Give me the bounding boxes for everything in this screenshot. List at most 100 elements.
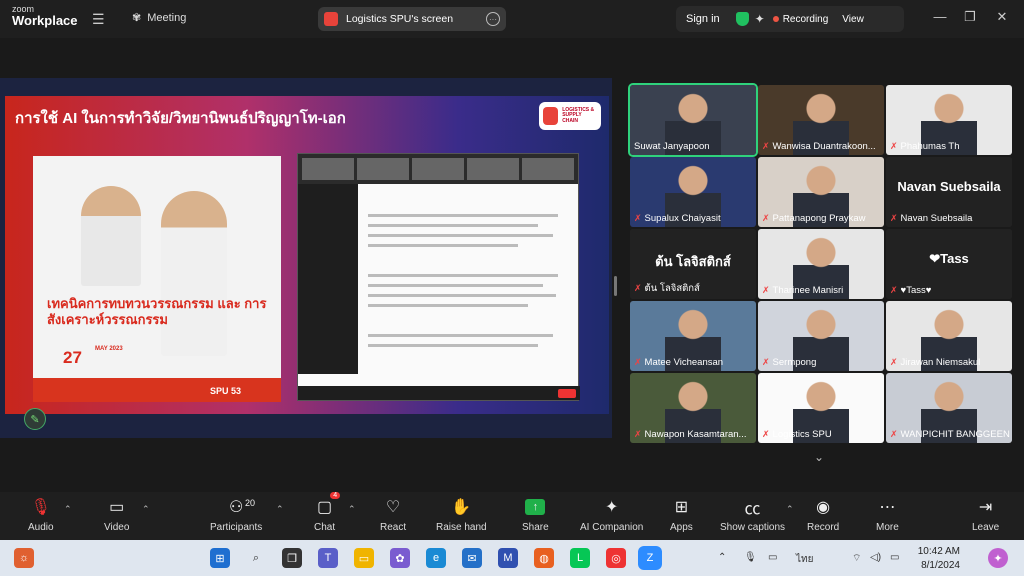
annotate-pencil-icon[interactable]: ✎ [24, 408, 46, 430]
ai-sparkle-icon[interactable]: ✦ [755, 12, 765, 26]
participant-tile[interactable]: ✗ Tharinee Manisri [758, 229, 884, 299]
participants-options-chevron-icon[interactable]: ⌃ [276, 504, 284, 515]
recording-label: Recording [782, 13, 829, 25]
widgets-icon[interactable]: ☼ [14, 548, 34, 568]
more-dots-icon: ⋯ [879, 499, 896, 516]
restore-icon[interactable]: ❐ [962, 9, 978, 25]
poster-month: MAY 2023 [95, 346, 123, 352]
notification-avatar-icon[interactable]: ✦ [988, 548, 1008, 568]
leave-button[interactable]: ⇥ Leave [972, 496, 999, 533]
zoom-app-icon[interactable]: Z [638, 546, 662, 570]
taskbar-clock[interactable]: 10:42 AM 8/1/2024 [908, 545, 960, 573]
app-m-icon[interactable]: M [498, 548, 518, 568]
participant-name: Logistics SPU [772, 429, 832, 440]
participant-tile[interactable]: ❤Tass ✗ ♥Tass♥ [886, 229, 1012, 299]
participant-tile[interactable]: ✗ Supalux Chaiyasit [630, 157, 756, 227]
participant-display-name: ❤Tass [929, 251, 969, 266]
participant-name: ต้น โลจิสติกส์ [644, 283, 700, 294]
presentation-slide: การใช้ AI ในการทำวิจัย/วิทยานิพนธ์ปริญญา… [5, 96, 609, 414]
participant-tile[interactable]: ✗ Phahumas Th [886, 85, 1012, 155]
participant-name-label: ✗ Wanwisa Duantrakoon... [762, 141, 882, 152]
chat-options-chevron-icon[interactable]: ⌃ [348, 504, 356, 515]
start-windows-icon[interactable]: ⊞ [210, 548, 230, 568]
record-button[interactable]: ◉ Record [807, 496, 839, 533]
participant-tile[interactable]: Suwat Janyapoon [628, 83, 758, 157]
chat-button[interactable]: ▢ 4 Chat [314, 492, 341, 533]
participant-tile[interactable]: Navan Suebsaila ✗ Navan Suebsaila [886, 157, 1012, 227]
tray-camera-icon[interactable]: ▭ [768, 552, 777, 563]
participant-name-label: ✗ ♥Tass♥ [890, 285, 1010, 296]
audio-button[interactable]: 🎙 Audio [28, 496, 54, 533]
inner-text-line [368, 244, 518, 247]
search-icon[interactable]: ⌕ [246, 548, 266, 568]
participant-tile[interactable]: ✗ WANPICHIT BANGGEEN [886, 373, 1012, 443]
participant-tile[interactable]: ✗ Logistics SPU [758, 373, 884, 443]
participant-name: Nawapon Kasamtaran... [644, 429, 747, 440]
copilot-icon[interactable]: ✿ [390, 548, 410, 568]
shared-screen-indicator[interactable]: Logistics SPU's screen ··· [318, 7, 506, 31]
tray-mic-icon[interactable]: 🎙 [744, 552, 757, 563]
sharer-avatar-icon [324, 12, 338, 26]
participant-name: Pattanapong Praykaw [772, 213, 866, 224]
meeting-tab[interactable]: ✾ Meeting [132, 11, 186, 25]
top-right-controls: Sign in ✦ Recording View [676, 6, 904, 32]
more-options-icon[interactable]: ··· [486, 12, 500, 26]
participant-tile[interactable]: ✗ Nawapon Kasamtaran... [630, 373, 756, 443]
share-button[interactable]: ↑ Share [522, 496, 549, 533]
chat-label: Chat [314, 522, 336, 533]
ai-companion-label: AI Companion [580, 522, 644, 533]
teams-icon[interactable]: T [318, 548, 338, 568]
task-view-icon[interactable]: ❐ [282, 548, 302, 568]
view-button[interactable]: View [842, 14, 864, 25]
mic-muted-icon: ✗ [762, 429, 770, 439]
audio-options-chevron-icon[interactable]: ⌃ [64, 504, 72, 515]
poster-brand: SPU 53 [209, 386, 241, 396]
volume-icon[interactable]: ◁) [870, 552, 881, 563]
pane-splitter-handle[interactable] [614, 276, 617, 296]
tray-overflow-chevron-icon[interactable]: ⌃ [718, 552, 726, 563]
participant-name: Tharinee Manisri [772, 285, 844, 296]
participants-button[interactable]: ⚇ 20 Participants [210, 496, 262, 533]
participant-name-label: ✗ Supalux Chaiyasit [634, 213, 754, 224]
captions-options-chevron-icon[interactable]: ⌃ [786, 504, 794, 515]
chrome-icon[interactable]: ◎ [606, 548, 626, 568]
apps-label: Apps [670, 522, 693, 533]
encryption-shield-icon[interactable] [735, 12, 749, 26]
wifi-icon[interactable]: ⌔ [852, 552, 861, 565]
video-options-chevron-icon[interactable]: ⌃ [142, 504, 150, 515]
edge-browser-icon[interactable]: e [426, 548, 446, 568]
input-language[interactable]: ไทย [796, 552, 813, 567]
participants-label: Participants [210, 522, 263, 533]
line-app-icon[interactable]: L [570, 548, 590, 568]
participant-name: Jirawan Niemsakul [900, 357, 981, 368]
battery-icon[interactable]: ▭ [890, 552, 899, 563]
inner-sidebar [298, 184, 358, 374]
close-icon[interactable]: ✕ [994, 9, 1010, 25]
meeting-controls: 🎙 Audio ⌃ ▭ Video ⌃ ⚇ 20 Participants ⌃ ▢… [0, 492, 1024, 540]
participant-name: Suwat Janyapoon [634, 141, 710, 152]
sign-in-button[interactable]: Sign in [676, 13, 730, 25]
show-captions-button[interactable]: ㏄ Show captions [720, 496, 785, 533]
participant-name-label: ✗ Phahumas Th [890, 141, 1010, 152]
menu-icon[interactable]: ☰ [92, 11, 108, 27]
participant-tile[interactable]: ✗ Matee Vicheansan [630, 301, 756, 371]
mic-muted-icon: ✗ [762, 141, 770, 151]
file-explorer-icon[interactable]: ▭ [354, 548, 374, 568]
participant-tile[interactable]: ต้น โลจิสติกส์ ✗ ต้น โลจิสติกส์ [630, 229, 756, 299]
minimize-icon[interactable]: — [932, 9, 948, 24]
firefox-icon[interactable]: ◍ [534, 548, 554, 568]
raise-hand-button[interactable]: ✋ Raise hand [436, 496, 487, 533]
react-button[interactable]: ♡ React [380, 496, 406, 533]
video-button[interactable]: ▭ Video [104, 496, 129, 533]
participant-tile[interactable]: ✗ Sermpong [758, 301, 884, 371]
recording-indicator[interactable]: Recording [772, 13, 829, 25]
more-button[interactable]: ⋯ More [876, 496, 899, 533]
participant-tile[interactable]: ✗ Wanwisa Duantrakoon... [758, 85, 884, 155]
poster-footer: SPU 53 [33, 378, 281, 402]
ai-companion-button[interactable]: ✦ AI Companion [580, 496, 643, 533]
participant-tile[interactable]: ✗ Jirawan Niemsakul [886, 301, 1012, 371]
apps-button[interactable]: ⊞ Apps [670, 496, 693, 533]
mail-icon[interactable]: ✉ [462, 548, 482, 568]
gallery-next-page-icon[interactable]: ⌄ [814, 450, 824, 464]
participant-tile[interactable]: ✗ Pattanapong Praykaw [758, 157, 884, 227]
